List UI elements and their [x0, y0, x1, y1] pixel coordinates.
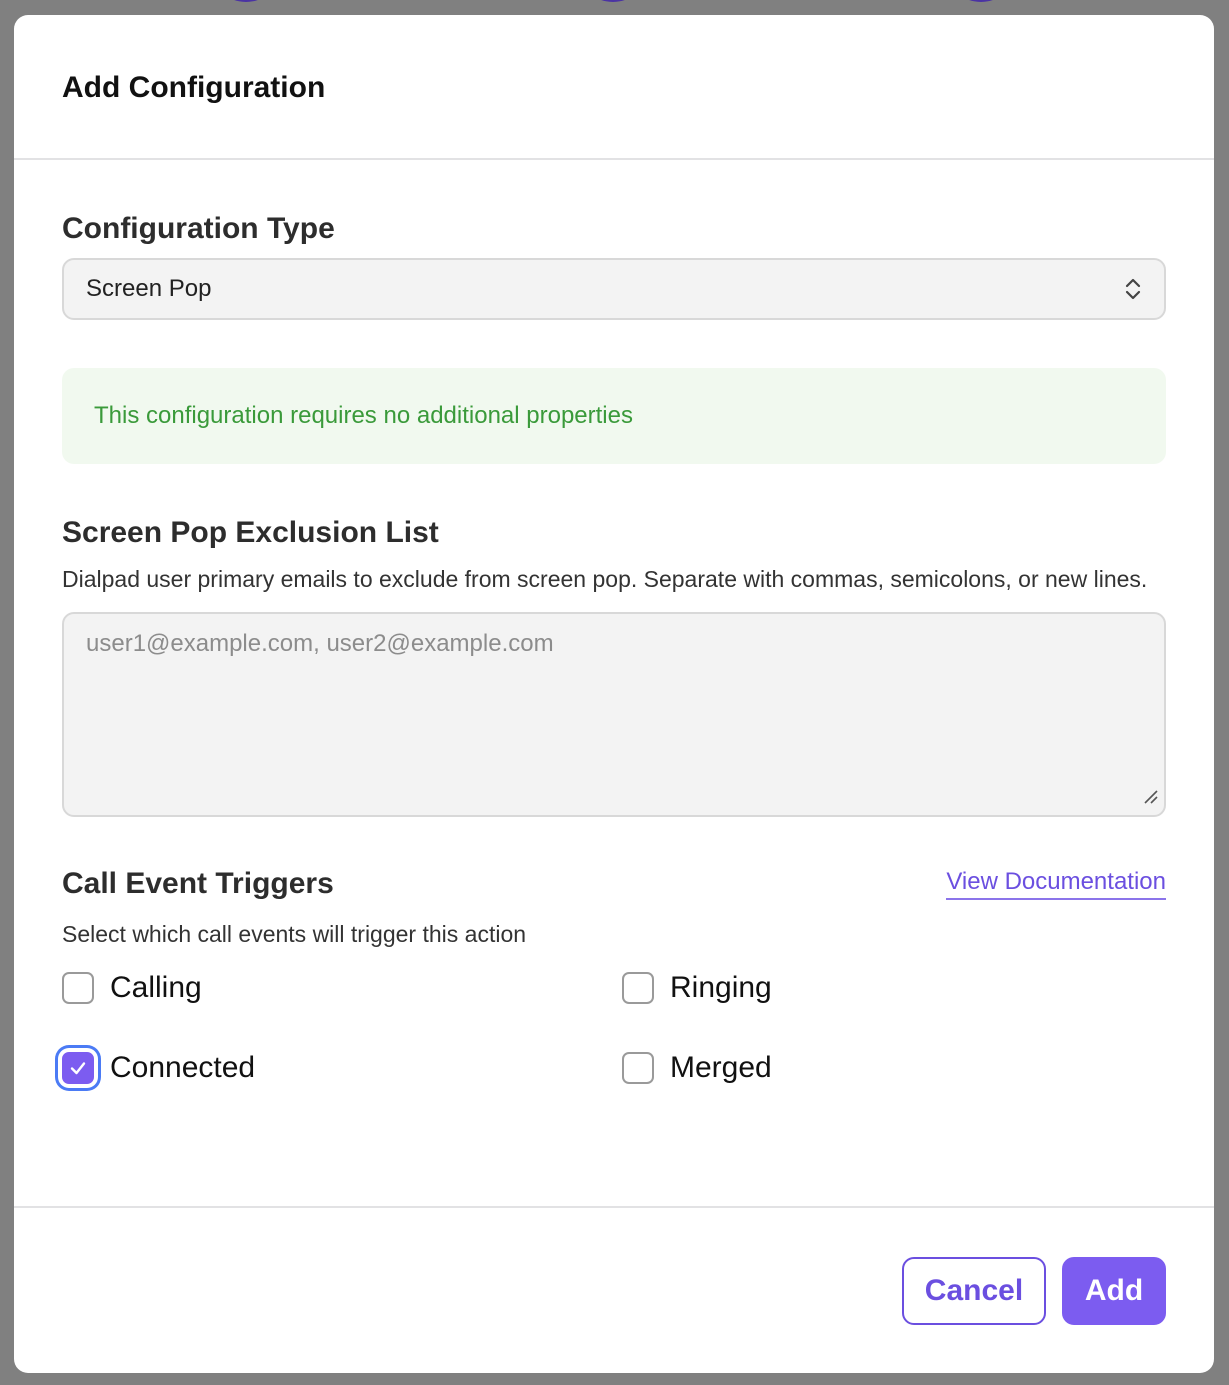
checkbox-label: Ringing — [670, 971, 772, 1004]
trigger-checkbox-grid: Calling Ringing Connected Merged — [62, 970, 1166, 1086]
modal-body: Configuration Type Screen Pop This confi… — [14, 160, 1214, 1208]
modal-title: Add Configuration — [62, 71, 326, 104]
resize-handle-icon[interactable] — [1142, 788, 1158, 809]
stepper-check-icon: ✓ — [210, 0, 282, 2]
modal-footer: Cancel Add — [14, 1208, 1214, 1373]
modal-header: Add Configuration — [14, 15, 1214, 160]
cancel-button[interactable]: Cancel — [902, 1256, 1046, 1325]
checkbox-box[interactable] — [62, 1052, 94, 1084]
view-documentation-link[interactable]: View Documentation — [946, 868, 1166, 900]
exclusion-list-label: Screen Pop Exclusion List — [62, 516, 439, 549]
checkbox-box[interactable] — [62, 972, 94, 1004]
checkbox-merged[interactable]: Merged — [622, 1050, 1162, 1086]
checkbox-label: Merged — [670, 1051, 772, 1084]
exclusion-list-textarea[interactable]: user1@example.com, user2@example.com — [62, 612, 1166, 817]
checkbox-label: Calling — [110, 971, 202, 1004]
exclusion-list-description: Dialpad user primary emails to exclude f… — [62, 566, 1148, 592]
checkbox-calling[interactable]: Calling — [62, 970, 622, 1006]
stepper-check-icon: ✓ — [577, 0, 649, 2]
checkbox-connected[interactable]: Connected — [62, 1050, 622, 1086]
stepper-dot — [945, 0, 1017, 2]
checkbox-box[interactable] — [622, 1052, 654, 1084]
add-button[interactable]: Add — [1062, 1256, 1166, 1325]
chevron-up-down-icon — [1124, 276, 1142, 302]
checkbox-label: Connected — [110, 1051, 256, 1084]
call-event-triggers-label: Call Event Triggers — [62, 867, 334, 900]
configuration-type-label: Configuration Type — [62, 212, 335, 245]
add-configuration-modal: Add Configuration Configuration Type Scr… — [14, 15, 1214, 1373]
configuration-type-value: Screen Pop — [86, 275, 212, 302]
call-event-triggers-description: Select which call events will trigger th… — [62, 921, 527, 947]
checkbox-ringing[interactable]: Ringing — [622, 970, 1162, 1006]
checkbox-box[interactable] — [622, 972, 654, 1004]
info-message-text: This configuration requires no additiona… — [94, 402, 633, 429]
exclusion-list-placeholder: user1@example.com, user2@example.com — [86, 630, 554, 657]
info-message: This configuration requires no additiona… — [62, 368, 1166, 464]
configuration-type-select[interactable]: Screen Pop — [62, 258, 1166, 320]
checkmark-icon — [70, 1062, 86, 1075]
